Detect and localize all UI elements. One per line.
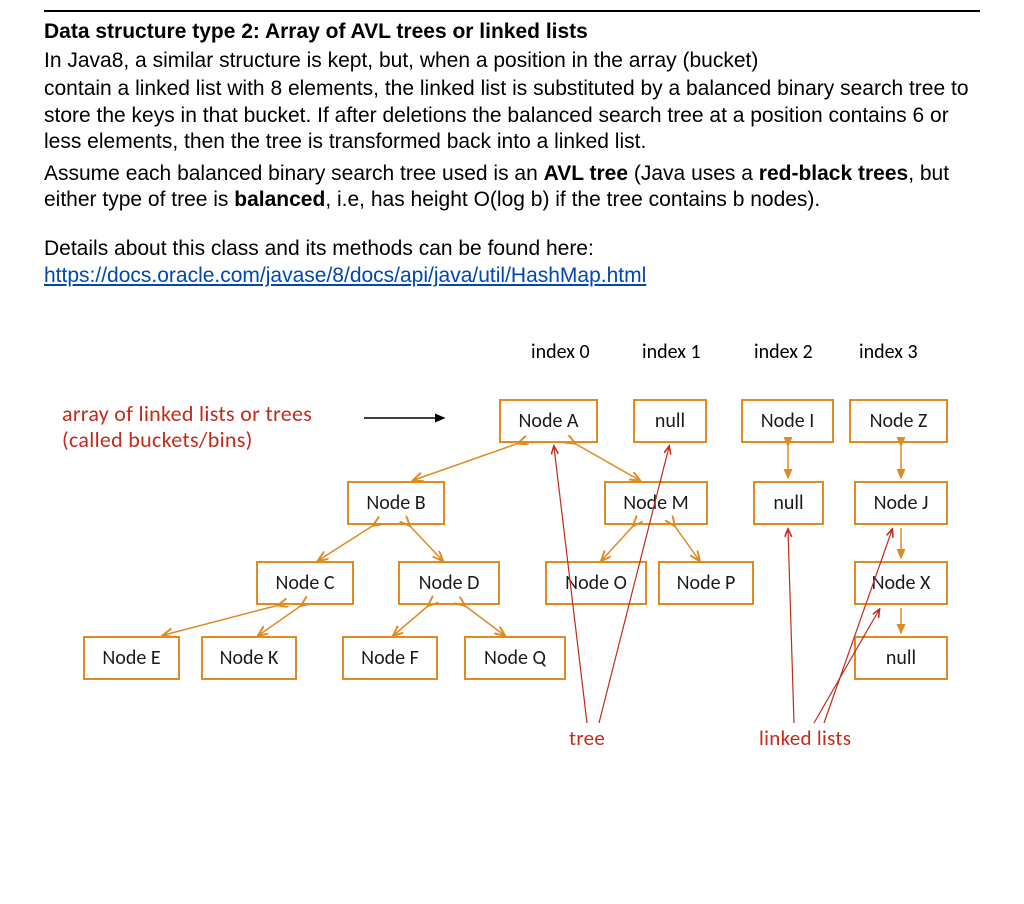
node-i: Node I <box>741 399 834 443</box>
section-heading: Data structure type 2: Array of AVL tree… <box>44 20 980 44</box>
linked-lists-label: linked lists <box>759 725 851 751</box>
paragraph-2: contain a linked list with 8 elements, t… <box>44 76 980 155</box>
node-c: Node C <box>256 561 354 605</box>
paragraph-3: Assume each balanced binary search tree … <box>44 161 980 214</box>
node-q: Node Q <box>464 636 566 680</box>
null-2: null <box>753 481 824 525</box>
diagram: index 0 index 1 index 2 index 3 array of… <box>44 340 984 800</box>
node-x: Node X <box>854 561 948 605</box>
document-page: Data structure type 2: Array of AVL tree… <box>0 0 1024 904</box>
null-1: null <box>633 399 707 443</box>
node-e: Node E <box>83 636 180 680</box>
node-z: Node Z <box>849 399 948 443</box>
index-0-label: index 0 <box>531 340 590 364</box>
node-o: Node O <box>545 561 647 605</box>
node-m: Node M <box>604 481 708 525</box>
text: (Java uses a <box>628 162 759 185</box>
node-b: Node B <box>347 481 445 525</box>
text-bold: AVL tree <box>544 162 628 185</box>
node-a: Node A <box>499 399 598 443</box>
node-p: Node P <box>658 561 754 605</box>
paragraph-1: In Java8, a similar structure is kept, b… <box>44 48 980 74</box>
node-j: Node J <box>854 481 948 525</box>
rule <box>44 10 980 12</box>
node-k: Node K <box>201 636 297 680</box>
node-f: Node F <box>342 636 438 680</box>
text-bold: red-black trees <box>759 162 908 185</box>
array-label: array of linked lists or trees <box>62 400 312 427</box>
null-3: null <box>854 636 948 680</box>
text-bold: balanced <box>234 188 325 211</box>
text: Assume each balanced binary search tree … <box>44 162 544 185</box>
paragraph-4: Details about this class and its methods… <box>44 236 980 262</box>
tree-label: tree <box>569 725 605 751</box>
node-d: Node D <box>398 561 500 605</box>
index-1-label: index 1 <box>642 340 701 364</box>
index-3-label: index 3 <box>859 340 918 364</box>
index-2-label: index 2 <box>754 340 813 364</box>
buckets-label: (called buckets/bins) <box>62 426 253 453</box>
text: , i.e, has height O(log b) if the tree c… <box>325 188 820 211</box>
doc-link[interactable]: https://docs.oracle.com/javase/8/docs/ap… <box>44 264 646 287</box>
